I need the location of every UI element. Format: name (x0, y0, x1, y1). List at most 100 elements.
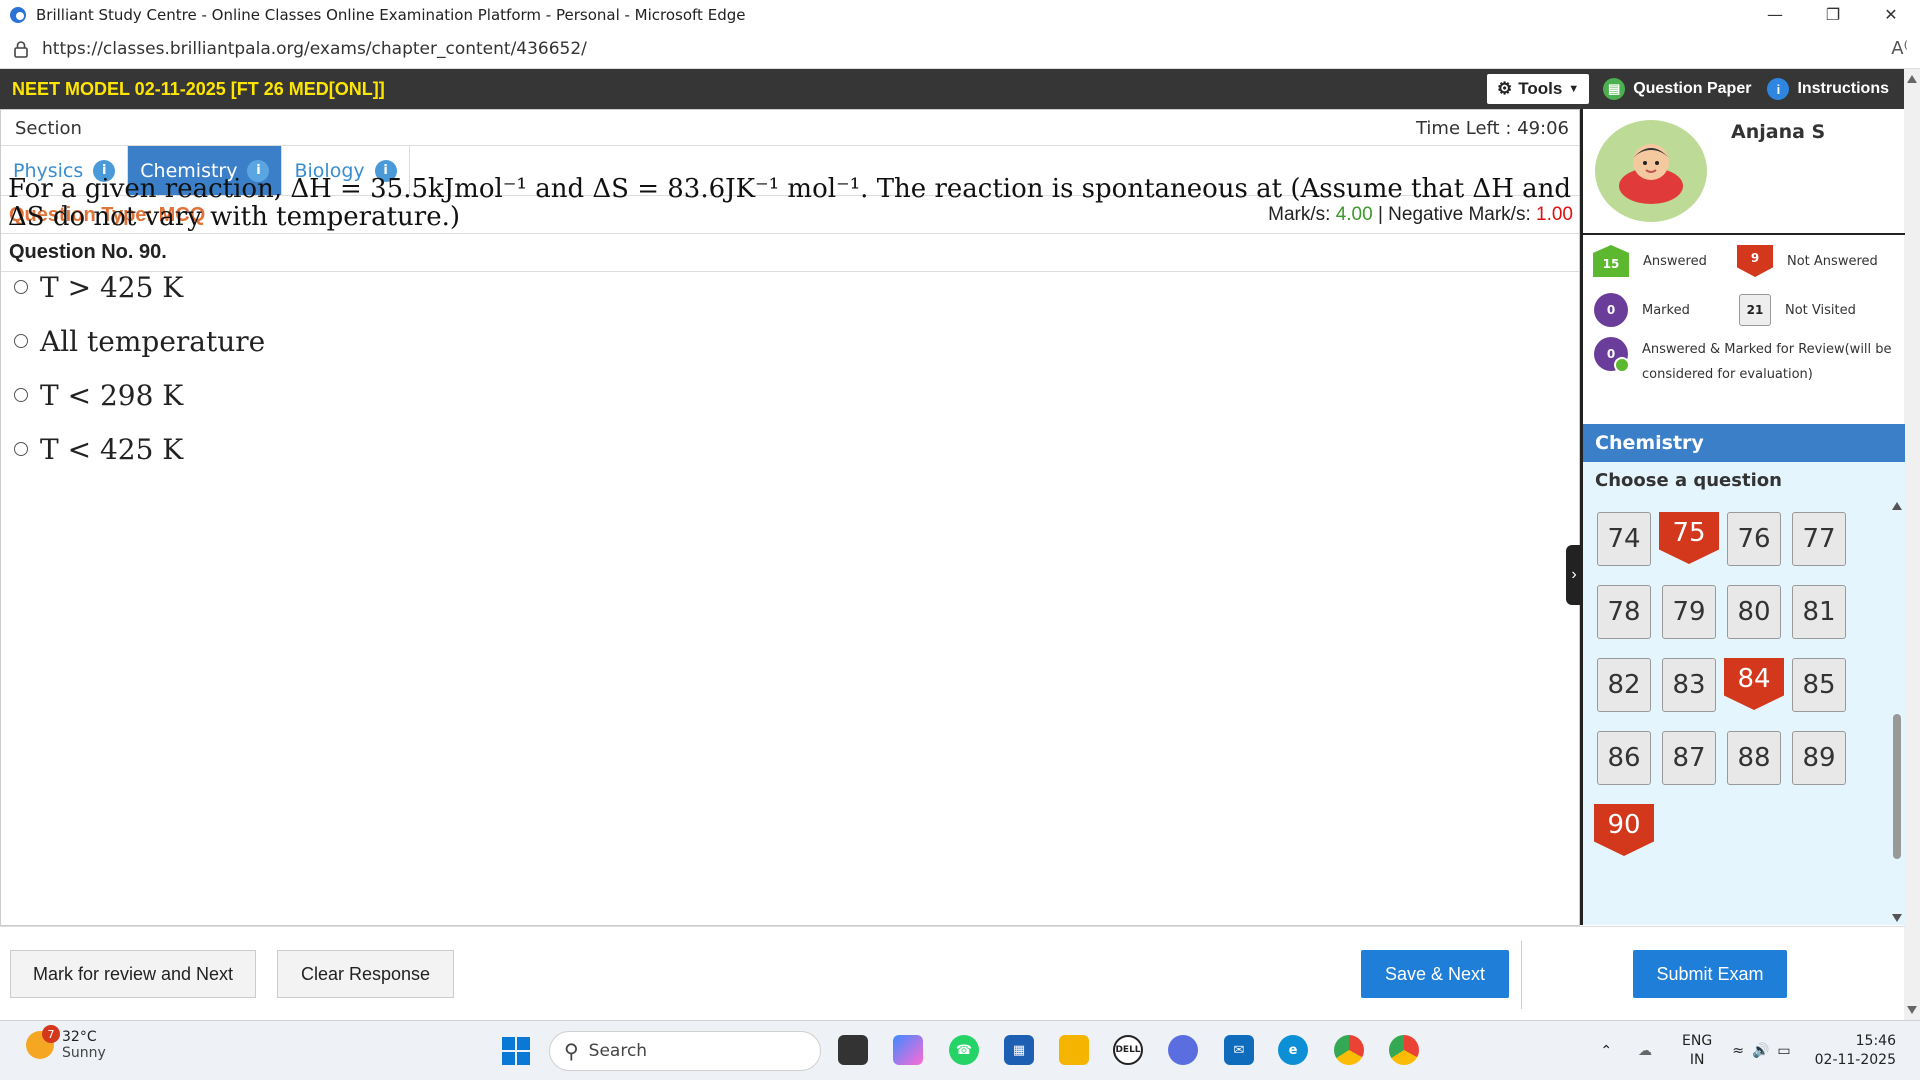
store-icon[interactable]: ▦ (1004, 1035, 1034, 1065)
close-icon[interactable]: ✕ (1862, 0, 1920, 29)
mark-review-next-button[interactable]: Mark for review and Next (10, 950, 256, 998)
legend-not-visited: 21 Not Visited (1739, 294, 1856, 326)
scroll-up-icon[interactable] (1907, 75, 1917, 83)
question-button-74[interactable]: 74 (1597, 512, 1651, 566)
search-icon: ⚲ (564, 1039, 579, 1063)
question-button-81[interactable]: 81 (1792, 585, 1846, 639)
section-label: Section (15, 118, 82, 139)
cloud-icon[interactable]: ☁ (1638, 1043, 1652, 1059)
scroll-up-icon[interactable] (1892, 502, 1902, 510)
question-paper-link[interactable]: ▤ Question Paper (1603, 78, 1751, 100)
wifi-icon[interactable]: ≈ (1732, 1043, 1744, 1059)
radio-button[interactable] (14, 442, 28, 456)
question-button-90[interactable]: 90 (1594, 804, 1654, 856)
radio-button[interactable] (14, 388, 28, 402)
caret-down-icon: ▼ (1568, 83, 1580, 95)
radio-button[interactable] (14, 280, 28, 294)
scroll-down-icon[interactable] (1907, 1006, 1917, 1014)
choose-question-label: Choose a question (1595, 470, 1782, 491)
question-text: For a given reaction, ΔH = 35.5kJmol⁻¹ a… (8, 174, 1572, 232)
weather-widget[interactable]: 7 32°C Sunny (26, 1025, 106, 1061)
option-b[interactable]: All temperature (14, 314, 265, 368)
taskbar-search[interactable]: ⚲ Search (549, 1031, 821, 1071)
option-a[interactable]: T > 425 K (14, 260, 265, 314)
option-label: T > 425 K (40, 270, 184, 304)
legend-label: Answered & Marked for Review(will be cons… (1642, 337, 1892, 387)
question-button-88[interactable]: 88 (1727, 731, 1781, 785)
question-button-78[interactable]: 78 (1597, 585, 1651, 639)
folder-icon[interactable] (1059, 1035, 1089, 1065)
question-button-80[interactable]: 80 (1727, 585, 1781, 639)
battery-icon[interactable]: ▭ (1777, 1043, 1790, 1059)
restore-icon[interactable]: ❐ (1804, 0, 1862, 29)
instructions-link[interactable]: i Instructions (1767, 78, 1889, 100)
question-button-79[interactable]: 79 (1662, 585, 1716, 639)
option-c[interactable]: T < 298 K (14, 368, 265, 422)
copilot-icon[interactable] (893, 1035, 923, 1065)
question-button-87[interactable]: 87 (1662, 731, 1716, 785)
chrome-icon[interactable] (1334, 1035, 1364, 1065)
date: 02-11-2025 (1814, 1052, 1896, 1068)
notification-badge: 7 (42, 1025, 60, 1043)
edge-logo-icon (10, 6, 26, 23)
legend-answered: 15 Answered (1593, 245, 1707, 277)
whatsapp-icon[interactable]: ☎ (949, 1035, 979, 1065)
instructions-label: Instructions (1797, 80, 1889, 97)
question-button-76[interactable]: 76 (1727, 512, 1781, 566)
chrome-profile-icon[interactable] (1389, 1035, 1419, 1065)
question-paper-label: Question Paper (1633, 80, 1752, 97)
question-button-83[interactable]: 83 (1662, 658, 1716, 712)
chevron-up-icon[interactable]: ⌃ (1600, 1043, 1612, 1059)
scroll-down-icon[interactable] (1892, 914, 1902, 922)
legend-marked: 0 Marked (1594, 293, 1690, 327)
read-aloud-icon[interactable]: A⁽ (1891, 38, 1908, 59)
option-label: All temperature (40, 324, 266, 358)
page-scrollbar[interactable] (1904, 69, 1920, 1020)
option-label: T < 425 K (40, 432, 184, 466)
dell-icon[interactable]: DELL (1113, 1035, 1143, 1065)
taskbar: 7 32°C Sunny ⚲ Search ☎ ▦ DELL ✉ e ⌃ ☁ E… (0, 1020, 1920, 1080)
legend-label-line: Answered & Marked for Review(will be (1642, 342, 1892, 357)
question-button-85[interactable]: 85 (1792, 658, 1846, 712)
tools-button[interactable]: ⚙ Tools ▼ (1486, 74, 1590, 104)
windows-start-icon[interactable] (502, 1037, 530, 1065)
edge-icon[interactable]: e (1278, 1035, 1308, 1065)
language-code: ENG (1682, 1033, 1713, 1049)
option-d[interactable]: T < 425 K (14, 422, 265, 476)
task-view-icon[interactable] (838, 1035, 868, 1065)
scroll-thumb[interactable] (1893, 714, 1901, 859)
question-button-86[interactable]: 86 (1597, 731, 1651, 785)
sun-icon: 7 (26, 1025, 60, 1059)
palette-section-title: Chemistry (1583, 424, 1905, 462)
legend-label-line: considered for evaluation) (1642, 367, 1813, 382)
avatar (1595, 120, 1707, 222)
question-button-75[interactable]: 75 (1659, 512, 1719, 564)
save-next-button[interactable]: Save & Next (1361, 950, 1509, 998)
question-button-84[interactable]: 84 (1724, 658, 1784, 710)
minimize-icon[interactable]: — (1746, 0, 1804, 29)
volume-icon[interactable]: 🔊 (1752, 1043, 1769, 1059)
question-button-82[interactable]: 82 (1597, 658, 1651, 712)
language-indicator[interactable]: ENG IN (1682, 1032, 1712, 1070)
clock[interactable]: 15:46 02-11-2025 (1815, 1032, 1896, 1070)
time: 15:46 (1855, 1033, 1896, 1049)
app-icon[interactable] (1168, 1035, 1198, 1065)
search-placeholder: Search (588, 1041, 648, 1061)
url-text[interactable]: https://classes.brilliantpala.org/exams/… (42, 39, 587, 59)
address-bar[interactable]: https://classes.brilliantpala.org/exams/… (0, 29, 1920, 69)
question-button-89[interactable]: 89 (1792, 731, 1846, 785)
clear-response-button[interactable]: Clear Response (277, 950, 454, 998)
outlook-icon[interactable]: ✉ (1224, 1035, 1254, 1065)
radio-button[interactable] (14, 334, 28, 348)
chevron-right-icon: › (1571, 566, 1577, 583)
divider (1521, 941, 1522, 1009)
question-button-77[interactable]: 77 (1792, 512, 1846, 566)
palette-scrollbar[interactable] (1891, 502, 1903, 922)
submit-exam-button[interactable]: Submit Exam (1633, 950, 1787, 998)
window-controls: — ❐ ✕ (1746, 0, 1920, 29)
legend-label: Not Visited (1785, 302, 1856, 318)
user-name: Anjana S (1731, 121, 1826, 143)
system-tray: ⌃ ☁ ENG IN ≈ 🔊 ▭ 15:46 02-11-2025 (1600, 1021, 1920, 1080)
browser-title-bar: Brilliant Study Centre - Online Classes … (0, 0, 1920, 29)
weather-condition: Sunny (62, 1045, 106, 1061)
